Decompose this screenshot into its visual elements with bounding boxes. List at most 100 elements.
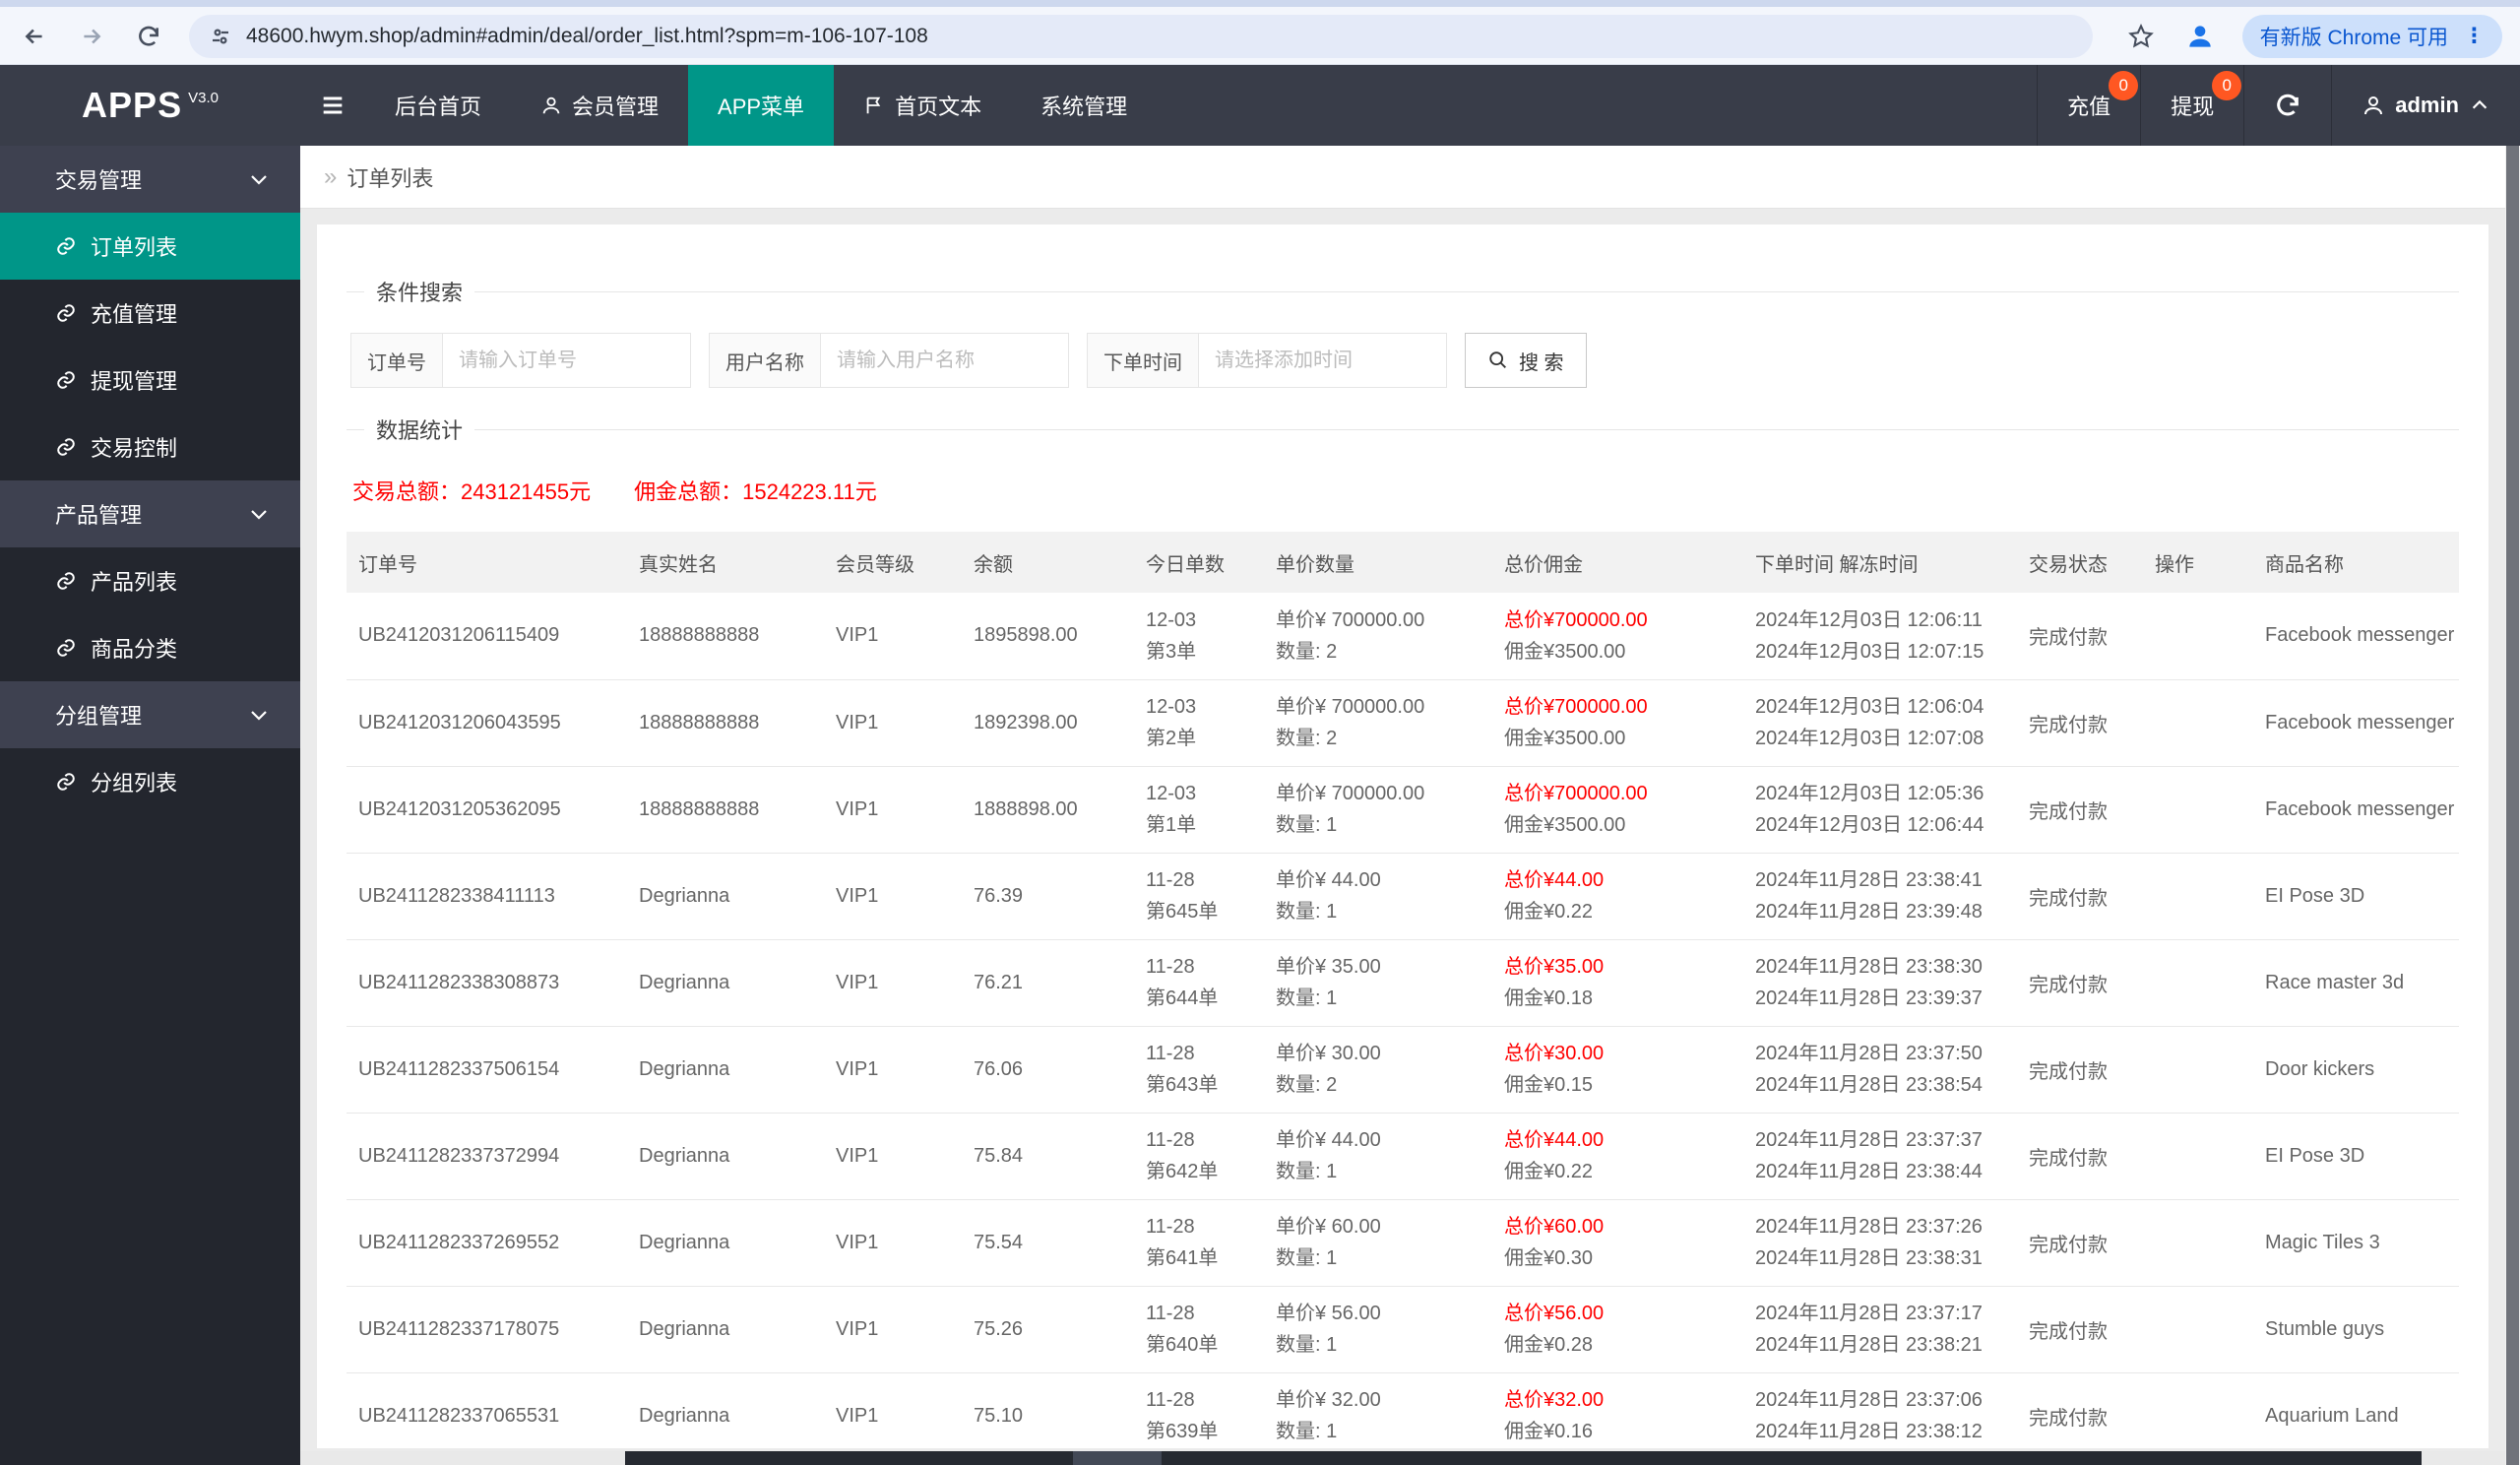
cell-day-count: 12-03 第1单 <box>1134 766 1264 854</box>
nav-home-text[interactable]: 首页文本 <box>834 65 1011 146</box>
cell-order-no: UB2411282337269552 <box>346 1199 627 1287</box>
sidebar-item-goods-category-label: 商品分类 <box>91 637 178 662</box>
sidebar-item-goods-category[interactable]: 商品分类 <box>0 614 300 681</box>
cell-order-no: UB2412031206043595 <box>346 679 627 767</box>
nav-members-label: 会员管理 <box>572 95 660 119</box>
cell-order-no: UB2411282338411113 <box>346 853 627 940</box>
cell-times: 2024年12月03日 12:05:36 2024年12月03日 12:06:44 <box>1743 766 2017 854</box>
cell-actions <box>2143 679 2253 767</box>
table-header-row: 订单号 真实姓名 会员等级 余额 今日单数 单价数量 总价佣金 下单时间 解冻时… <box>346 532 2459 593</box>
link-icon <box>55 570 77 592</box>
nav-dashboard-label: 后台首页 <box>395 95 482 119</box>
main-area: » 订单列表 条件搜索 订单号 用户名称 下单时间 <box>300 146 2505 1465</box>
search-button[interactable]: 搜 索 <box>1465 333 1587 388</box>
cell-times: 2024年12月03日 12:06:11 2024年12月03日 12:07:15 <box>1743 593 2017 680</box>
table-row: UB2411282337178075 Degrianna VIP1 75.26 … <box>346 1286 2459 1373</box>
site-info-icon[interactable] <box>209 25 232 48</box>
recharge-button[interactable]: 充值 0 <box>2037 65 2140 146</box>
sidebar-group-product[interactable]: 产品管理 <box>0 480 300 547</box>
withdraw-button[interactable]: 提现 0 <box>2140 65 2243 146</box>
refresh-button[interactable] <box>2243 65 2331 146</box>
nav-system[interactable]: 系统管理 <box>1011 65 1157 146</box>
cell-balance: 76.06 <box>962 1026 1134 1114</box>
col-day-count: 今日单数 <box>1134 532 1264 593</box>
vertical-scrollbar[interactable] <box>2505 146 2520 1465</box>
profile-icon[interactable] <box>2183 20 2217 53</box>
cell-total-commission: 总价¥30.00 佣金¥0.15 <box>1492 1026 1743 1114</box>
cell-total-commission: 总价¥60.00 佣金¥0.30 <box>1492 1199 1743 1287</box>
nav-app-menu-label: APP菜单 <box>718 95 805 119</box>
sidebar-item-recharge-mgmt[interactable]: 充值管理 <box>0 280 300 347</box>
admin-menu[interactable]: admin <box>2331 65 2520 146</box>
sidebar-item-order-list[interactable]: 订单列表 <box>0 213 300 280</box>
cell-status: 完成付款 <box>2017 1199 2143 1287</box>
header-right: 充值 0 提现 0 admin <box>2037 65 2520 146</box>
nav-app-menu[interactable]: APP菜单 <box>688 65 835 146</box>
col-actions: 操作 <box>2143 532 2253 593</box>
withdraw-label: 提现 <box>2171 95 2215 119</box>
col-status: 交易状态 <box>2017 532 2143 593</box>
cell-level: VIP1 <box>824 1199 962 1287</box>
sidebar-group-grouping[interactable]: 分组管理 <box>0 681 300 748</box>
cell-day-count: 11-28 第640单 <box>1134 1286 1264 1373</box>
recharge-label: 充值 <box>2067 95 2111 119</box>
sidebar-item-order-list-label: 订单列表 <box>91 235 178 260</box>
cell-balance: 75.84 <box>962 1113 1134 1200</box>
col-price-qty: 单价数量 <box>1264 532 1492 593</box>
sidebar-group-trade[interactable]: 交易管理 <box>0 146 300 213</box>
cell-product: Facebook messenger <box>2253 766 2459 854</box>
bookmark-star-icon[interactable] <box>2124 20 2158 53</box>
back-icon[interactable] <box>18 20 51 53</box>
recharge-badge: 0 <box>2109 71 2139 100</box>
cell-total-commission: 总价¥44.00 佣金¥0.22 <box>1492 853 1743 940</box>
sidebar-item-trade-control[interactable]: 交易控制 <box>0 414 300 480</box>
refresh-icon <box>2274 92 2301 119</box>
cell-total-commission: 总价¥56.00 佣金¥0.28 <box>1492 1286 1743 1373</box>
cell-price-qty: 单价¥ 35.00 数量: 1 <box>1264 939 1492 1027</box>
table-row: UB2411282338308873 Degrianna VIP1 76.21 … <box>346 939 2459 1027</box>
menu-collapse-icon[interactable] <box>300 65 365 146</box>
vertical-scrollbar-thumb[interactable] <box>2506 146 2519 1465</box>
horizontal-scrollbar-thumb[interactable] <box>625 1451 1073 1465</box>
flag-icon <box>863 95 885 116</box>
sidebar-item-group-list[interactable]: 分组列表 <box>0 748 300 815</box>
order-time-input[interactable] <box>1199 333 1447 388</box>
username-input[interactable] <box>821 333 1069 388</box>
col-times: 下单时间 解冻时间 <box>1743 532 2017 593</box>
cell-real-name: Degrianna <box>627 853 824 940</box>
order-no-input[interactable] <box>443 333 691 388</box>
chrome-update-button[interactable]: 有新版 Chrome 可用 ⋮ <box>2241 14 2502 58</box>
cell-price-qty: 单价¥ 32.00 数量: 1 <box>1264 1372 1492 1448</box>
table-row: UB2412031206043595 18888888888 VIP1 1892… <box>346 679 2459 767</box>
cell-total-commission: 总价¥700000.00 佣金¥3500.00 <box>1492 593 1743 680</box>
table-row: UB2411282338411113 Degrianna VIP1 76.39 … <box>346 853 2459 940</box>
cell-balance: 75.10 <box>962 1372 1134 1448</box>
cell-product: Facebook messenger <box>2253 679 2459 767</box>
sidebar-item-withdraw-mgmt[interactable]: 提现管理 <box>0 347 300 414</box>
cell-day-count: 11-28 第639单 <box>1134 1372 1264 1448</box>
cell-order-no: UB2411282338308873 <box>346 939 627 1027</box>
reload-icon[interactable] <box>132 20 165 53</box>
app-logo-version: V3.0 <box>188 89 219 106</box>
username-field-group: 用户名称 <box>709 333 1069 388</box>
cell-actions <box>2143 1372 2253 1448</box>
cell-balance: 75.54 <box>962 1199 1134 1287</box>
forward-icon[interactable] <box>75 20 108 53</box>
nav-dashboard[interactable]: 后台首页 <box>365 65 511 146</box>
cell-order-no: UB2411282337506154 <box>346 1026 627 1114</box>
cell-real-name: 18888888888 <box>627 679 824 767</box>
sidebar-item-product-list[interactable]: 产品列表 <box>0 547 300 614</box>
username-field-label: 用户名称 <box>709 333 821 388</box>
sidebar-group-product-label: 产品管理 <box>55 503 143 528</box>
stats-fieldset: 数据统计 <box>346 414 2459 445</box>
browser-menu-icon[interactable]: ⋮ <box>2464 24 2485 48</box>
horizontal-scrollbar[interactable] <box>300 1451 2505 1465</box>
nav-members[interactable]: 会员管理 <box>511 65 688 146</box>
breadcrumb-separator-icon: » <box>324 162 338 190</box>
address-bar[interactable]: 48600.hwym.shop/admin#admin/deal/order_l… <box>189 14 2093 58</box>
cell-price-qty: 单价¥ 700000.00 数量: 1 <box>1264 766 1492 854</box>
url-text[interactable]: 48600.hwym.shop/admin#admin/deal/order_l… <box>246 25 928 48</box>
search-button-label: 搜 索 <box>1519 351 1564 374</box>
cell-times: 2024年11月28日 23:37:06 2024年11月28日 23:38:12 <box>1743 1372 2017 1448</box>
cell-real-name: 18888888888 <box>627 766 824 854</box>
